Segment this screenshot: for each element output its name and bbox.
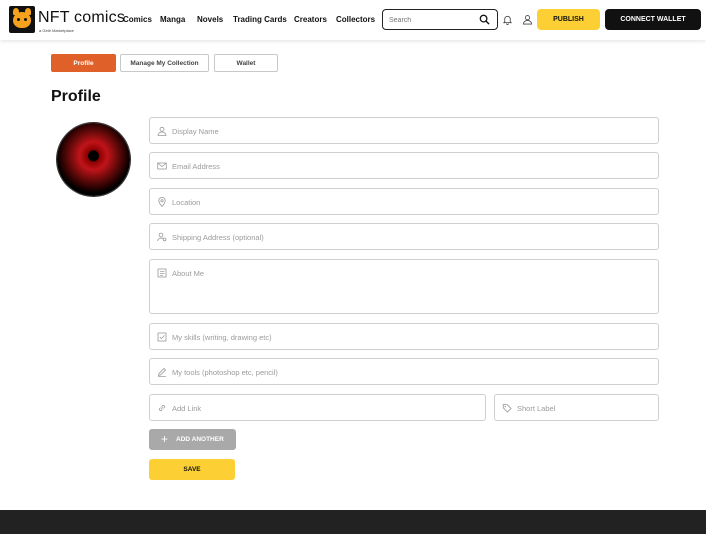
logo-subtitle: a Getir Marketplace (39, 28, 74, 33)
user-location-icon (157, 232, 167, 242)
nav-comics[interactable]: Comics (123, 15, 152, 24)
search-box[interactable] (382, 9, 498, 30)
tab-manage-collection[interactable]: Manage My Collection (120, 54, 209, 72)
nav-trading-cards[interactable]: Trading Cards (233, 15, 287, 24)
user-icon (157, 126, 167, 136)
location-placeholder: Location (172, 198, 201, 207)
bell-icon[interactable] (502, 14, 513, 25)
checkbox-icon (157, 332, 167, 342)
top-header: NFT comics a Getir Marketplace Comics Ma… (0, 0, 706, 40)
shipping-address-field[interactable]: Shipping Address (optional) (149, 223, 659, 250)
document-icon (157, 268, 167, 278)
display-name-field[interactable]: Display Name (149, 117, 659, 144)
nav-novels[interactable]: Novels (197, 15, 223, 24)
tools-placeholder: My tools (photoshop etc, pencil) (172, 368, 278, 377)
nav-collectors[interactable]: Collectors (336, 15, 375, 24)
tab-profile[interactable]: Profile (51, 54, 116, 72)
pencil-icon (157, 367, 167, 377)
footer (0, 510, 706, 534)
nav-creators[interactable]: Creators (294, 15, 327, 24)
about-me-placeholder: About Me (172, 269, 205, 278)
link-icon (158, 404, 166, 412)
display-name-placeholder: Display Name (172, 127, 219, 136)
add-another-label: ADD ANOTHER (176, 436, 224, 443)
email-placeholder: Email Address (172, 162, 220, 171)
mail-icon (157, 162, 167, 170)
short-label-placeholder: Short Label (517, 404, 556, 413)
user-icon[interactable] (522, 14, 533, 25)
logo-text[interactable]: NFT comics (38, 9, 125, 27)
location-field[interactable]: Location (149, 188, 659, 215)
skills-placeholder: My skills (writing, drawing etc) (172, 333, 272, 342)
short-label-field[interactable]: Short Label (494, 394, 659, 421)
tag-icon (502, 404, 512, 413)
add-another-button[interactable]: + ADD ANOTHER (149, 429, 236, 450)
avatar[interactable] (57, 123, 130, 196)
shipping-address-placeholder: Shipping Address (optional) (172, 233, 264, 242)
logo-icon[interactable] (9, 6, 35, 33)
add-link-field[interactable]: Add Link (149, 394, 486, 421)
nav-manga[interactable]: Manga (160, 15, 185, 24)
add-link-placeholder: Add Link (172, 404, 202, 413)
search-icon[interactable] (479, 14, 490, 25)
tools-field[interactable]: My tools (photoshop etc, pencil) (149, 358, 659, 385)
save-button[interactable]: SAVE (149, 459, 235, 480)
plus-icon: + (161, 432, 169, 446)
publish-button[interactable]: PUBLISH (537, 9, 600, 30)
email-field[interactable]: Email Address (149, 152, 659, 179)
about-me-field[interactable]: About Me (149, 259, 659, 314)
search-input[interactable] (389, 14, 475, 26)
connect-wallet-button[interactable]: CONNECT WALLET (605, 9, 701, 30)
page-title: Profile (51, 88, 101, 105)
tab-wallet[interactable]: Wallet (214, 54, 278, 72)
skills-field[interactable]: My skills (writing, drawing etc) (149, 323, 659, 350)
location-pin-icon (158, 197, 166, 207)
